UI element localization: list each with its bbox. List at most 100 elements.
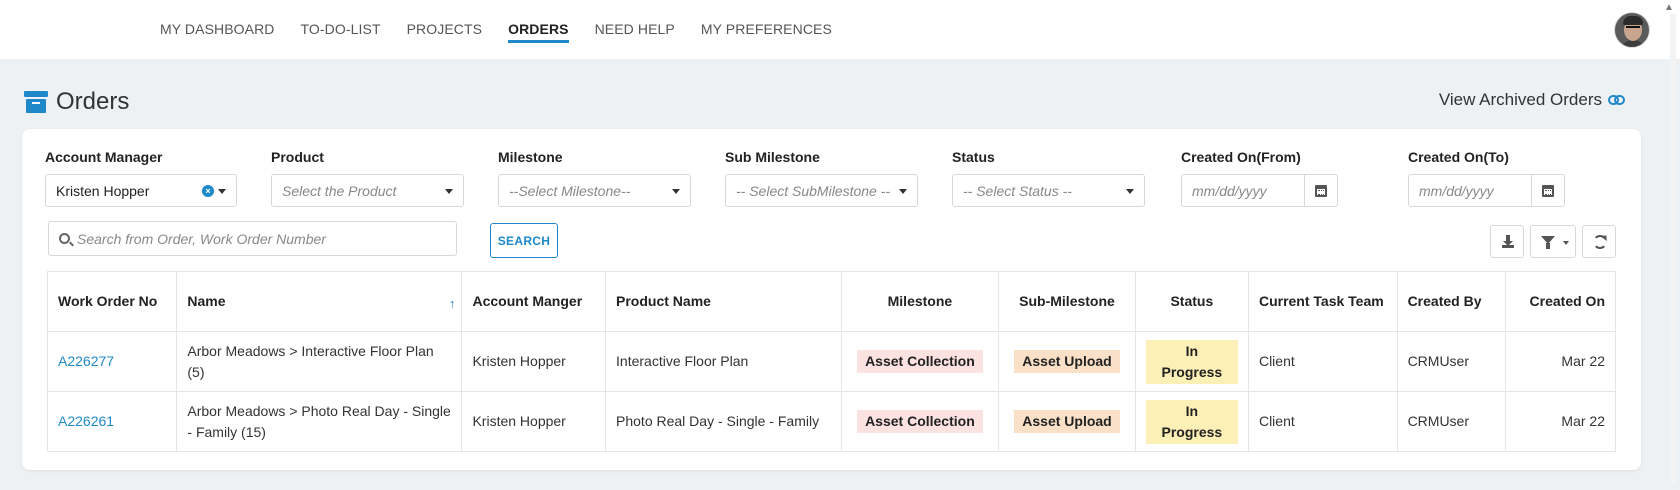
toggle-link-icon	[1608, 95, 1626, 105]
work-order-link[interactable]: A226261	[58, 413, 114, 429]
search-input[interactable]: Search from Order, Work Order Number	[48, 221, 457, 256]
created-from-filter: Created On(From) mm/dd/yyyy	[1181, 149, 1338, 207]
scroll-up-arrow-icon[interactable]: ▲	[1664, 2, 1674, 13]
search-icon	[59, 233, 70, 244]
col-name-label: Name	[187, 293, 226, 309]
status-label: Status	[952, 149, 995, 165]
col-sub-milestone[interactable]: Sub-Milestone	[998, 271, 1136, 332]
orders-card: Account Manager Kristen Hopper × Product…	[22, 129, 1641, 470]
product-name-cell: Interactive Floor Plan	[605, 331, 842, 392]
avatar-glasses	[1626, 26, 1640, 30]
download-button[interactable]	[1490, 225, 1524, 258]
sub-milestone-filter: Sub Milestone -- Select SubMilestone --	[725, 149, 918, 207]
milestone-badge: Asset Collection	[857, 410, 983, 433]
page-scrollbar[interactable]	[1670, 14, 1676, 484]
page-header: Orders	[24, 88, 129, 116]
sub-milestone-label: Sub Milestone	[725, 149, 820, 165]
clear-selection-icon[interactable]: ×	[202, 185, 214, 197]
created-from-label: Created On(From)	[1181, 149, 1301, 165]
sub-milestone-cell: Asset Upload	[998, 391, 1136, 452]
nav-need-help[interactable]: NEED HELP	[595, 0, 675, 59]
account-manager-select[interactable]: Kristen Hopper ×	[45, 174, 237, 207]
nav-orders[interactable]: ORDERS	[508, 0, 569, 59]
chevron-down-icon	[899, 189, 907, 194]
created-to-input[interactable]: mm/dd/yyyy	[1408, 174, 1532, 207]
table-header-row: Work Order No Name ↑ Account Manger Produ…	[46, 271, 1617, 332]
created-to-calendar-button[interactable]	[1532, 174, 1565, 207]
avatar-hair	[1623, 16, 1643, 25]
filter-icon	[1541, 236, 1555, 249]
product-label: Product	[271, 149, 324, 165]
status-cell: In Progress	[1134, 331, 1249, 392]
calendar-icon	[1315, 185, 1327, 197]
name-cell: Arbor Meadows > Photo Real Day - Single …	[176, 391, 463, 452]
product-select[interactable]: Select the Product	[271, 174, 464, 207]
status-cell: In Progress	[1134, 391, 1249, 452]
created-by-cell: CRMUser	[1396, 331, 1506, 392]
view-archived-orders-link[interactable]: View Archived Orders	[1439, 90, 1626, 110]
sort-ascending-icon: ↑	[448, 296, 456, 311]
nav-my-dashboard[interactable]: MY DASHBOARD	[160, 0, 275, 59]
table-row: A226277 Arbor Meadows > Interactive Floo…	[46, 331, 1617, 392]
milestone-filter: Milestone --Select Milestone--	[498, 149, 691, 207]
col-created-on[interactable]: Created On	[1504, 271, 1617, 332]
nav-projects[interactable]: PROJECTS	[407, 0, 482, 59]
table-row: A226261 Arbor Meadows > Photo Real Day -…	[46, 391, 1617, 452]
product-placeholder: Select the Product	[282, 182, 397, 199]
name-cell: Arbor Meadows > Interactive Floor Plan (…	[176, 331, 463, 392]
page-title: Orders	[56, 88, 130, 115]
created-to-filter: Created On(To) mm/dd/yyyy	[1408, 149, 1565, 207]
work-order-cell: A226277	[46, 331, 178, 392]
account-manager-cell: Kristen Hopper	[461, 331, 607, 392]
chevron-down-icon	[672, 189, 680, 194]
status-badge: In Progress	[1145, 399, 1238, 444]
nav-to-do-list[interactable]: TO-DO-LIST	[301, 0, 381, 59]
filter-button[interactable]	[1530, 225, 1576, 258]
col-created-by[interactable]: Created By	[1396, 271, 1506, 332]
work-order-link[interactable]: A226277	[58, 353, 114, 369]
refresh-icon	[1593, 235, 1607, 249]
created-to-label: Created On(To)	[1408, 149, 1509, 165]
milestone-badge: Asset Collection	[857, 350, 983, 373]
account-manager-label: Account Manager	[45, 149, 163, 165]
col-milestone[interactable]: Milestone	[840, 271, 1000, 332]
calendar-icon	[1542, 185, 1554, 197]
top-navigation-bar: MY DASHBOARD TO-DO-LIST PROJECTS ORDERS …	[0, 0, 1680, 59]
account-manager-cell: Kristen Hopper	[461, 391, 607, 452]
milestone-cell: Asset Collection	[840, 331, 1000, 392]
created-on-cell: Mar 22	[1504, 331, 1617, 392]
col-work-order-no[interactable]: Work Order No	[46, 271, 178, 332]
user-avatar[interactable]	[1614, 12, 1650, 48]
refresh-button[interactable]	[1582, 225, 1616, 258]
nav-my-preferences[interactable]: MY PREFERENCES	[701, 0, 832, 59]
col-current-task-team[interactable]: Current Task Team	[1247, 271, 1398, 332]
col-status[interactable]: Status	[1134, 271, 1249, 332]
search-placeholder: Search from Order, Work Order Number	[77, 230, 326, 247]
created-from-calendar-button[interactable]	[1305, 174, 1338, 207]
created-from-input[interactable]: mm/dd/yyyy	[1181, 174, 1305, 207]
milestone-placeholder: --Select Milestone--	[509, 182, 631, 199]
search-button[interactable]: SEARCH	[490, 223, 558, 258]
current-task-team-cell: Client	[1247, 331, 1398, 392]
product-filter: Product Select the Product	[271, 149, 464, 207]
chevron-down-icon	[1563, 241, 1569, 245]
archive-box-icon	[24, 91, 48, 113]
chevron-down-icon	[1126, 189, 1134, 194]
main-nav: MY DASHBOARD TO-DO-LIST PROJECTS ORDERS …	[160, 0, 858, 59]
milestone-cell: Asset Collection	[840, 391, 1000, 452]
col-product-name[interactable]: Product Name	[605, 271, 842, 332]
orders-table: Work Order No Name ↑ Account Manger Produ…	[46, 271, 1617, 452]
status-select[interactable]: -- Select Status --	[952, 174, 1145, 207]
col-name[interactable]: Name ↑	[176, 271, 463, 332]
sub-milestone-select[interactable]: -- Select SubMilestone --	[725, 174, 918, 207]
view-archived-label: View Archived Orders	[1438, 90, 1602, 109]
col-account-manager[interactable]: Account Manger	[461, 271, 607, 332]
milestone-select[interactable]: --Select Milestone--	[498, 174, 691, 207]
status-placeholder: -- Select Status --	[963, 182, 1072, 199]
account-manager-filter: Account Manager Kristen Hopper ×	[45, 149, 237, 207]
chevron-down-icon	[218, 189, 226, 194]
milestone-label: Milestone	[498, 149, 563, 165]
status-badge: In Progress	[1145, 339, 1238, 384]
sub-milestone-badge: Asset Upload	[1014, 350, 1120, 373]
product-name-cell: Photo Real Day - Single - Family	[605, 391, 842, 452]
